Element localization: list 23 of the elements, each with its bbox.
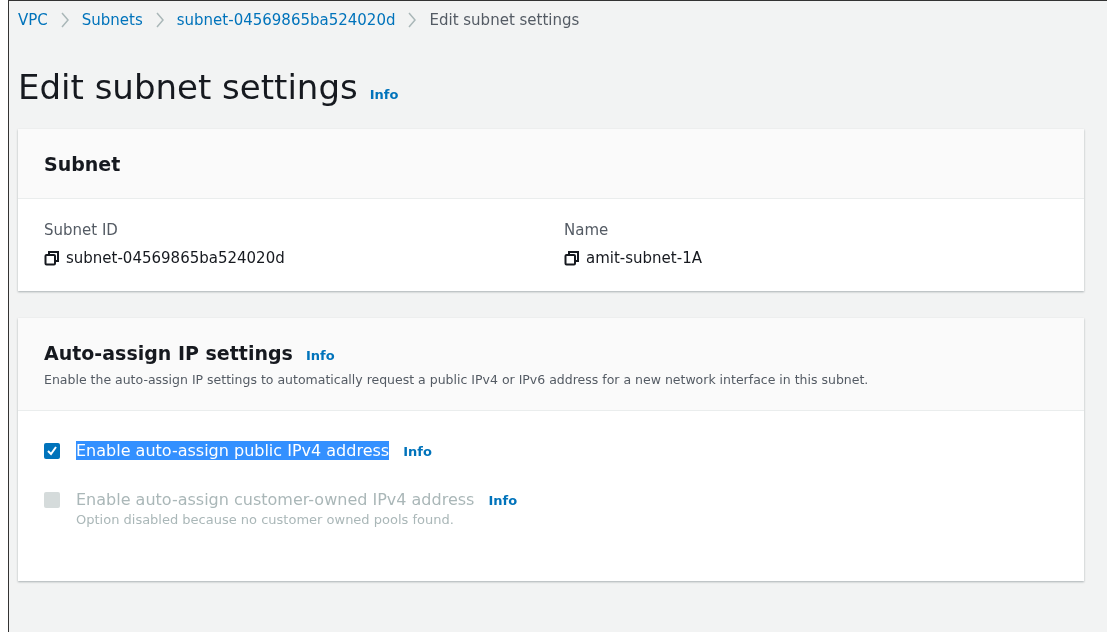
card-description: Enable the auto-assign IP settings to automatically request a public IPv4 or IPv6 address for a new network interface in this subnet.	[44, 372, 870, 387]
checkbox[interactable]	[44, 443, 60, 459]
chevron-icon	[407, 12, 418, 28]
chevron-icon	[154, 12, 165, 28]
copy-icon[interactable]	[564, 250, 580, 266]
current-page-label: Edit subnet settings	[429, 11, 580, 29]
field-value: subnet-04569865ba524020d	[66, 249, 285, 267]
field-label: Subnet ID	[44, 221, 119, 239]
field-value: amit-subnet-1A	[586, 249, 702, 267]
field-label: Name	[564, 221, 610, 239]
card-title: Subnet	[44, 153, 121, 175]
option-hint: Option disabled because no customer owned pools found.	[76, 512, 455, 527]
checkbox-label[interactable]: Enable auto-assign public IPv4 address	[76, 441, 390, 460]
chevron-icon	[59, 12, 70, 28]
breadcrumb-link[interactable]: VPC	[18, 11, 48, 29]
copy-icon[interactable]	[44, 250, 60, 266]
info-link[interactable]: Info	[305, 348, 335, 363]
breadcrumb-link[interactable]: Subnets	[81, 11, 143, 29]
info-link[interactable]: Info	[369, 87, 399, 102]
breadcrumb-link[interactable]: subnet-04569865ba524020d	[176, 11, 396, 29]
page-title: Edit subnet settings	[18, 67, 358, 107]
card-title: Auto-assign IP settings	[44, 342, 293, 364]
info-link[interactable]: Info	[403, 444, 432, 459]
